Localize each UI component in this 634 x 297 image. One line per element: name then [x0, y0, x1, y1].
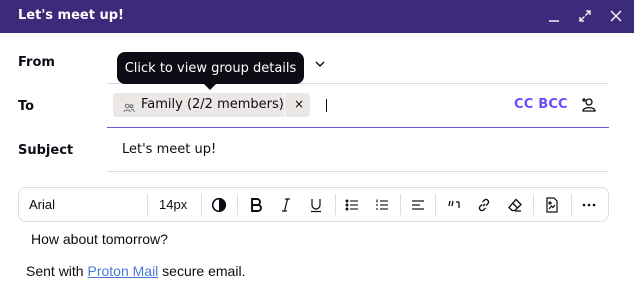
align-icon[interactable] [409, 188, 427, 221]
toolbar-divider [237, 194, 238, 215]
toolbar-divider [201, 194, 202, 215]
quote-icon[interactable] [445, 188, 463, 221]
to-input-caret[interactable] [326, 99, 327, 112]
chip-remove-button[interactable]: × [292, 97, 306, 111]
toolbar-divider [335, 194, 336, 215]
formatting-toolbar: Arial 14px [18, 187, 609, 222]
to-divider [107, 127, 609, 128]
clear-format-icon[interactable] [506, 188, 524, 221]
composer-titlebar: Let's meet up! [0, 0, 634, 33]
toolbar-divider [533, 194, 534, 215]
composer-title: Let's meet up! [18, 8, 124, 23]
more-icon[interactable] [579, 188, 599, 221]
add-contact-icon[interactable] [580, 96, 598, 118]
chevron-down-icon[interactable] [313, 56, 327, 70]
maximize-icon[interactable] [573, 4, 597, 28]
toolbar-divider [435, 194, 436, 215]
group-tooltip: Click to view group details [117, 52, 304, 90]
contrast-icon[interactable] [209, 188, 229, 221]
toolbar-divider [571, 194, 572, 215]
bulleted-list-icon[interactable] [343, 188, 361, 221]
link-icon[interactable] [475, 188, 493, 221]
minimize-icon[interactable] [542, 4, 566, 28]
tooltip-text: Click to view group details [124, 60, 297, 76]
group-icon [123, 99, 135, 118]
recipient-group-chip[interactable]: Family (2/2 members) × [113, 93, 310, 117]
italic-icon[interactable] [276, 188, 296, 221]
from-label: From [18, 55, 55, 70]
toolbar-divider [400, 194, 401, 215]
chip-divider [284, 93, 285, 117]
subject-input[interactable]: Let's meet up! [122, 142, 216, 157]
proton-mail-link[interactable]: Proton Mail [87, 263, 158, 279]
signature-suffix: secure email. [158, 263, 246, 279]
signature[interactable]: Sent with Proton Mail secure email. [26, 263, 245, 279]
underline-icon[interactable] [306, 188, 326, 221]
close-icon[interactable] [604, 4, 628, 28]
subject-divider [107, 171, 609, 172]
font-family-select[interactable]: Arial [29, 188, 55, 221]
signature-prefix: Sent with [26, 263, 88, 279]
toolbar-divider [147, 194, 148, 215]
bold-icon[interactable] [246, 188, 266, 221]
message-body-line[interactable]: How about tomorrow? [31, 231, 168, 247]
chip-label[interactable]: Family (2/2 members) [141, 97, 284, 112]
cc-bcc-button[interactable]: CC BCC [514, 97, 568, 112]
subject-label: Subject [18, 143, 74, 158]
to-label: To [18, 99, 35, 114]
insert-image-icon[interactable] [543, 188, 561, 221]
font-size-select[interactable]: 14px [159, 188, 187, 221]
numbered-list-icon[interactable] [373, 188, 391, 221]
